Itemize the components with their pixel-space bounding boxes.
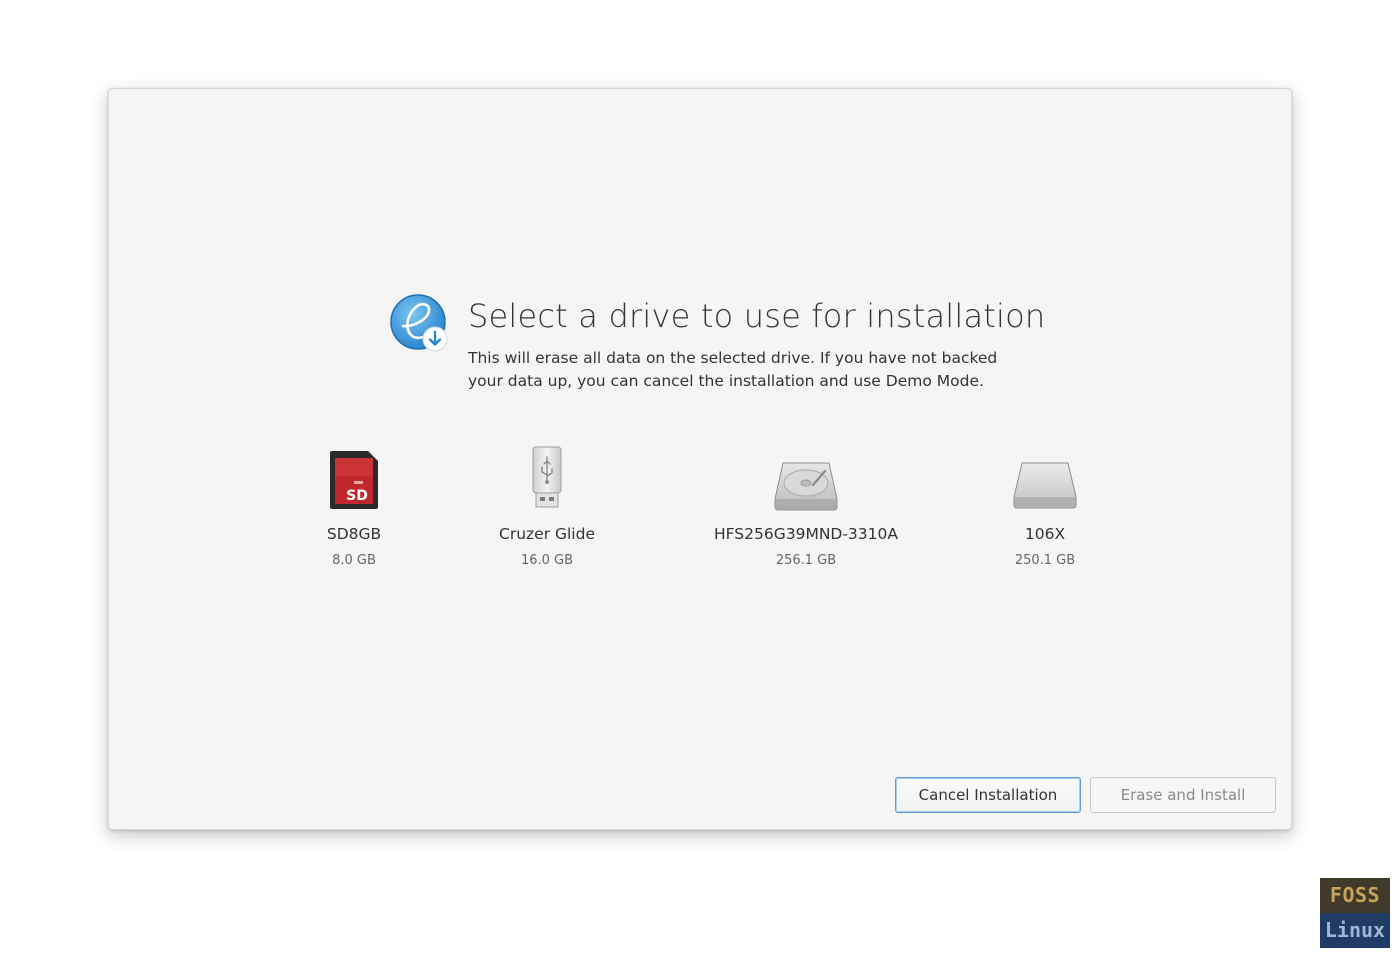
ssd-drive-icon	[1013, 462, 1077, 509]
drive-option-106x[interactable]: 106X 250.1 GB	[925, 445, 1165, 568]
watermark-line1: FOSS	[1320, 878, 1390, 913]
erase-and-install-button[interactable]: Erase and Install	[1090, 777, 1276, 813]
drive-size: 16.0 GB	[520, 553, 574, 568]
foss-linux-watermark: FOSS Linux	[1320, 878, 1390, 948]
page-description: This will erase all data on the selected…	[468, 349, 998, 390]
hard-drive-icon	[774, 462, 838, 511]
installer-window: Select a drive to use for installation T…	[108, 88, 1292, 830]
usb-drive-icon	[532, 446, 562, 508]
drive-size: 256.1 GB	[775, 553, 837, 568]
drive-option-cruzer-glide[interactable]: Cruzer Glide 16.0 GB	[427, 445, 667, 568]
drive-size: 250.1 GB	[1014, 553, 1076, 568]
sd-card-badge: SD	[346, 488, 368, 504]
page-title: Select a drive to use for installation	[468, 297, 1046, 335]
watermark-line2: Linux	[1320, 913, 1390, 948]
sd-card-icon: SD	[330, 451, 378, 509]
drive-name: HFS256G39MND-3310A	[713, 525, 898, 543]
drive-option-hfs256g39mnd-3310a[interactable]: HFS256G39MND-3310A 256.1 GB	[686, 445, 926, 568]
drive-name: 106X	[1024, 525, 1066, 543]
cancel-installation-button[interactable]: Cancel Installation	[895, 777, 1081, 813]
drive-name: Cruzer Glide	[499, 525, 595, 543]
elementary-installer-icon	[390, 294, 448, 352]
